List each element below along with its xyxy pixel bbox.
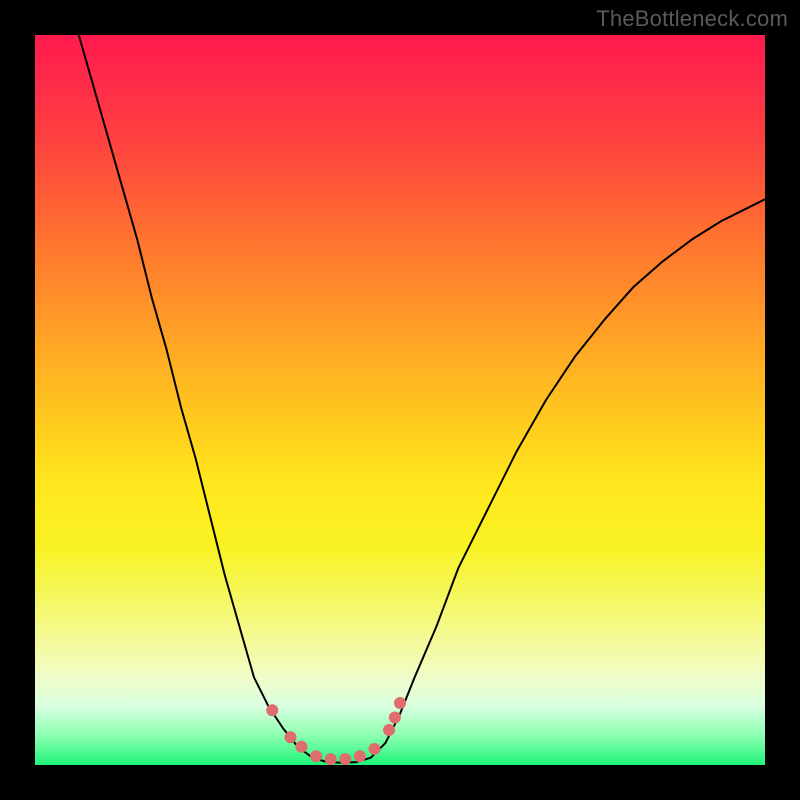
data-marker: [325, 753, 337, 765]
data-marker: [310, 750, 322, 762]
curve-lines: [79, 35, 765, 763]
data-markers: [266, 697, 406, 765]
data-marker: [339, 753, 351, 765]
watermark-label: TheBottleneck.com: [596, 6, 788, 32]
data-marker: [368, 743, 380, 755]
data-marker: [354, 750, 366, 762]
chart-svg: [35, 35, 765, 765]
data-marker: [285, 731, 297, 743]
data-marker: [394, 697, 406, 709]
bottleneck-curve: [79, 35, 765, 763]
data-marker: [266, 704, 278, 716]
data-marker: [383, 724, 395, 736]
data-marker: [295, 741, 307, 753]
data-marker: [389, 712, 401, 724]
chart-container: TheBottleneck.com: [0, 0, 800, 800]
plot-area: [35, 35, 765, 765]
